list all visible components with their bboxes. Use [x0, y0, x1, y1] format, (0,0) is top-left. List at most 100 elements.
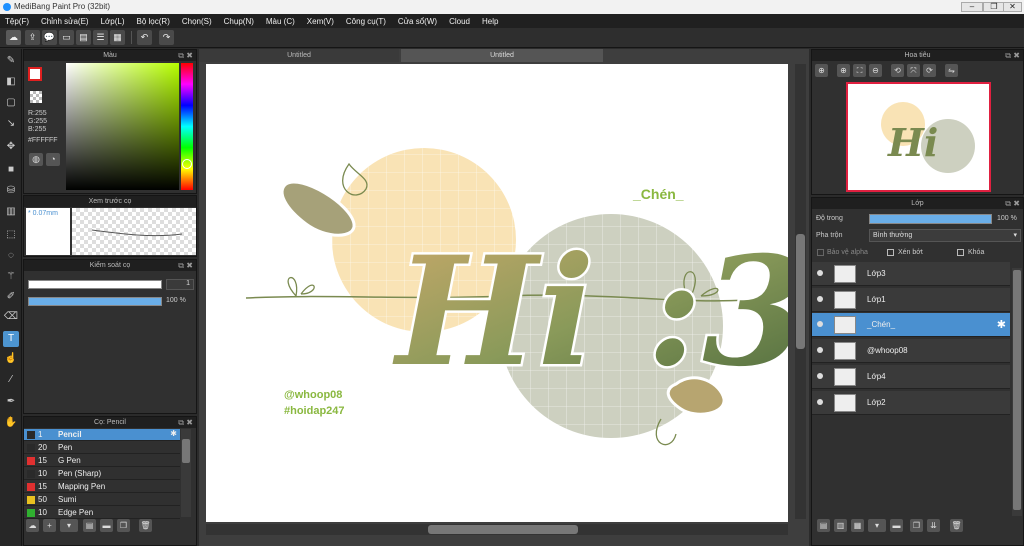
visibility-eye-icon[interactable]: [817, 295, 823, 302]
foreground-color-swatch[interactable]: [28, 67, 42, 81]
flip-icon[interactable]: ⇋: [945, 64, 958, 77]
scroll-thumb[interactable]: [1013, 270, 1021, 510]
brush-list-item[interactable]: 20 Pen: [24, 442, 180, 454]
chat-icon[interactable]: ▭: [59, 30, 74, 45]
upload-icon[interactable]: ⇪: [25, 30, 40, 45]
zoom-icon[interactable]: ⊕: [837, 64, 850, 77]
rectangle-tool-icon[interactable]: ▢: [3, 95, 19, 111]
visibility-eye-icon[interactable]: [817, 321, 823, 328]
magic-wand-tool-icon[interactable]: ⚚: [3, 269, 19, 285]
add-brush-icon[interactable]: +: [43, 519, 56, 532]
text-tool-icon[interactable]: T: [3, 331, 19, 347]
navigator-preview[interactable]: Hi: [846, 82, 991, 192]
bucket-tool-icon[interactable]: ⛁: [3, 183, 19, 199]
layer-opacity-slider[interactable]: [869, 214, 992, 224]
hue-handle[interactable]: [182, 159, 192, 169]
hue-slider[interactable]: [181, 63, 193, 190]
popout-icon[interactable]: ⧉: [178, 417, 184, 428]
close-icon[interactable]: ✖: [186, 417, 193, 428]
menu-filter[interactable]: Bộ lọc(R): [137, 17, 170, 26]
add-layer-menu-icon[interactable]: ▾: [868, 519, 886, 532]
fill-shape-tool-icon[interactable]: ■: [3, 162, 19, 178]
brush-settings-icon[interactable]: ▤: [83, 519, 96, 532]
brush-list-item[interactable]: 15 G Pen: [24, 455, 180, 467]
brush-list-item[interactable]: 1 Pencil ✱: [24, 429, 180, 441]
folder-icon[interactable]: ▬: [100, 519, 113, 532]
brush-size-value[interactable]: 1: [166, 279, 194, 290]
minimize-button[interactable]: –: [961, 2, 983, 12]
brush-list-item[interactable]: 15 Mapping Pen: [24, 481, 180, 493]
menu-cloud[interactable]: Cloud: [449, 17, 470, 26]
color-settings-icon[interactable]: ◔: [46, 153, 60, 166]
redo-icon[interactable]: ↷: [159, 30, 174, 45]
blend-mode-select[interactable]: Bình thường ▾: [869, 229, 1021, 242]
tab-untitled-2[interactable]: Untitled: [401, 49, 603, 62]
canvas-horizontal-scrollbar[interactable]: [206, 524, 788, 535]
visibility-eye-icon[interactable]: [817, 398, 823, 405]
scroll-thumb[interactable]: [796, 234, 805, 349]
canvas-vertical-scrollbar[interactable]: [795, 64, 806, 519]
close-icon[interactable]: ✖: [1013, 198, 1020, 209]
restore-button[interactable]: ❐: [983, 2, 1005, 12]
visibility-eye-icon[interactable]: [817, 270, 823, 276]
popout-icon[interactable]: ⧉: [178, 260, 184, 271]
menu-edit[interactable]: Chỉnh sửa(E): [41, 17, 89, 26]
clipping-checkbox[interactable]: [887, 249, 894, 256]
layer-item[interactable]: Lớp1: [812, 287, 1010, 312]
close-icon[interactable]: ✖: [186, 50, 193, 61]
menu-file[interactable]: Tệp(F): [5, 17, 29, 26]
hand-tool-icon[interactable]: ✋: [3, 415, 19, 431]
close-icon[interactable]: ✖: [186, 260, 193, 271]
layer-item[interactable]: @whoop08: [812, 339, 1010, 364]
brush-opacity-slider[interactable]: [28, 297, 162, 306]
reset-view-icon[interactable]: ⤧: [907, 64, 920, 77]
move-tool-icon[interactable]: ✥: [3, 139, 19, 155]
menu-view[interactable]: Xem(V): [307, 17, 334, 26]
menu-help[interactable]: Help: [482, 17, 498, 26]
merge-layer-icon[interactable]: ⇊: [927, 519, 940, 532]
popout-icon[interactable]: ⧉: [1005, 50, 1011, 61]
eraser-tool-icon[interactable]: ◧: [3, 74, 19, 90]
new-8bit-layer-icon[interactable]: ▦: [851, 519, 864, 532]
list-icon[interactable]: ☰: [93, 30, 108, 45]
new-halftone-layer-icon[interactable]: ▥: [834, 519, 847, 532]
menu-window[interactable]: Cửa sổ(W): [398, 17, 437, 26]
brush-list-item[interactable]: 50 Sumi: [24, 494, 180, 506]
comment-icon[interactable]: 💬: [42, 30, 57, 45]
zoom-out-icon[interactable]: ⊖: [869, 64, 882, 77]
brush-list-scrollbar[interactable]: [181, 429, 191, 517]
fit-screen-icon[interactable]: ⛶: [853, 64, 866, 77]
line-tool-icon[interactable]: ↘: [3, 116, 19, 132]
close-icon[interactable]: ✖: [1013, 50, 1020, 61]
duplicate-layer-icon[interactable]: ❐: [910, 519, 923, 532]
scroll-thumb[interactable]: [182, 439, 190, 463]
color-picker-square[interactable]: [66, 63, 179, 190]
lock-checkbox[interactable]: [957, 249, 964, 256]
brush-list-item[interactable]: 10 Edge Pen: [24, 507, 180, 519]
gear-icon[interactable]: ✱: [997, 318, 1006, 331]
operation-tool-icon[interactable]: ☝: [3, 351, 19, 367]
layer-item[interactable]: _Chén_ ✱: [812, 313, 1010, 338]
zoom-in-icon[interactable]: ⊕: [815, 64, 828, 77]
cloud-brush-icon[interactable]: ☁: [26, 519, 39, 532]
dropper-tool-icon[interactable]: ⁄: [3, 372, 19, 388]
select-tool-icon[interactable]: ⬚: [3, 227, 19, 243]
rotate-left-icon[interactable]: ⟲: [891, 64, 904, 77]
new-layer-icon[interactable]: ▤: [817, 519, 830, 532]
select-eraser-tool-icon[interactable]: ⌫: [3, 309, 19, 325]
select-pen-tool-icon[interactable]: ✐: [3, 289, 19, 305]
eyedropper-tool-icon[interactable]: ✒: [3, 394, 19, 410]
layer-item[interactable]: Lớp4: [812, 364, 1010, 389]
gradient-tool-icon[interactable]: ▥: [3, 204, 19, 220]
protect-alpha-checkbox[interactable]: [817, 249, 824, 256]
cloud-icon[interactable]: ☁: [6, 30, 21, 45]
popout-icon[interactable]: ⧉: [178, 50, 184, 61]
grid-icon[interactable]: ▦: [110, 30, 125, 45]
transparent-color-swatch[interactable]: [30, 91, 42, 103]
undo-icon[interactable]: ↶: [137, 30, 152, 45]
visibility-eye-icon[interactable]: [817, 372, 823, 379]
duplicate-icon[interactable]: ❐: [117, 519, 130, 532]
brush-list-item[interactable]: 10 Pen (Sharp): [24, 468, 180, 480]
menu-layer[interactable]: Lớp(L): [101, 17, 125, 26]
delete-icon[interactable]: 🗑: [139, 519, 152, 532]
